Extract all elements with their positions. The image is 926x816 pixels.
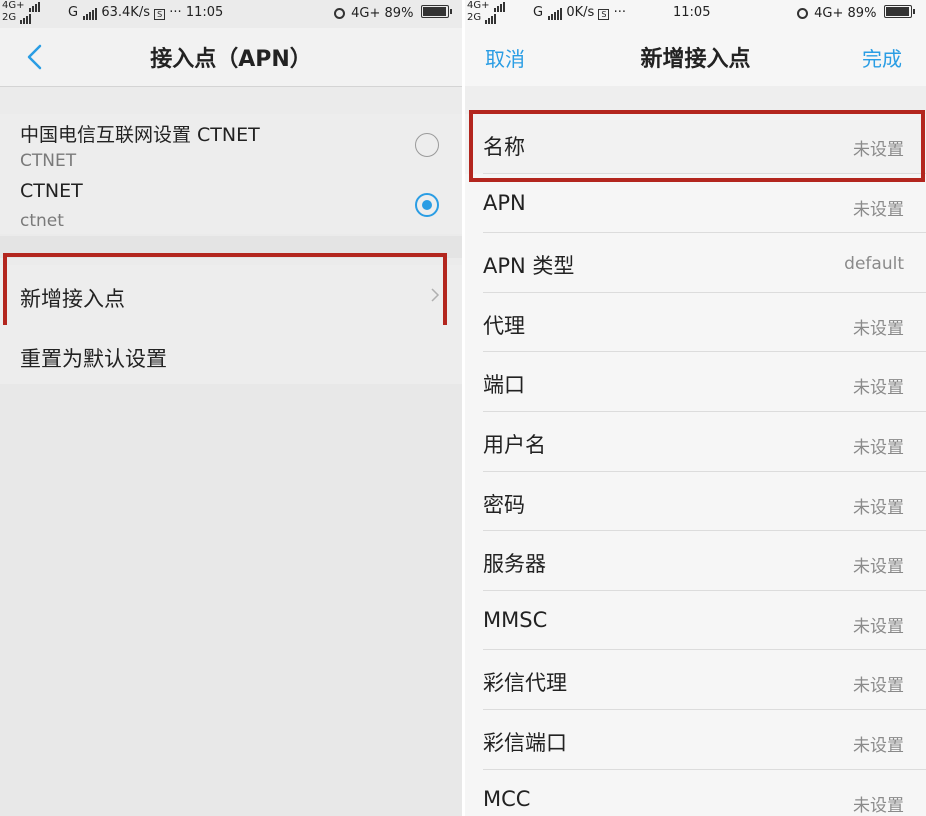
field-label: 彩信代理 [483, 671, 567, 696]
field-value: 未设置 [853, 616, 904, 637]
field-value: 未设置 [853, 497, 904, 518]
field-row-apn[interactable]: APN 未设置 [465, 174, 926, 234]
field-value: 未设置 [853, 199, 904, 220]
network-type: 4G+ [467, 0, 490, 11]
title-bar: 取消 新增接入点 完成 [465, 28, 926, 86]
signal-indicator-2: 2G [2, 12, 32, 24]
field-label: 服务器 [483, 552, 546, 577]
more-dots: ··· [613, 5, 626, 20]
field-value: 未设置 [853, 795, 904, 816]
network-type-2: 2G [2, 12, 17, 23]
apn-item-ctnet-internet[interactable]: 中国电信互联网设置 CTNET CTNET [0, 114, 462, 174]
status-time: 11:05 [185, 5, 224, 20]
field-label: 密码 [483, 492, 525, 517]
signal-bars-icon [28, 0, 40, 12]
signal-bars-icon [493, 0, 505, 12]
field-row-mmsc[interactable]: MMSC 未设置 [465, 591, 926, 651]
done-button[interactable]: 完成 [862, 43, 902, 72]
signal-bars-icon [19, 12, 32, 24]
battery-percent: 89% [384, 6, 414, 21]
field-label: APN 类型 [483, 254, 575, 279]
title-bar: 接入点（APN） [0, 28, 462, 87]
field-row-mms-proxy[interactable]: 彩信代理 未设置 [465, 650, 926, 710]
radio-button[interactable] [415, 133, 439, 157]
empty-area [0, 384, 462, 816]
s-box-icon: S [154, 9, 166, 20]
field-value: 未设置 [853, 378, 904, 399]
apn-sub: CTNET [20, 151, 77, 171]
s-box-icon: S [598, 9, 610, 20]
status-info: G 0K/s S ··· [533, 5, 626, 20]
battery-percent: 89% [847, 6, 877, 21]
status-right: 4G+ 89% [334, 5, 452, 21]
network-type-right: 4G+ [814, 6, 844, 21]
carrier-type: G [533, 5, 544, 20]
field-value: 未设置 [853, 557, 904, 578]
signal-indicator: 4G+ [2, 0, 40, 12]
field-label: MCC [483, 786, 531, 811]
reset-defaults-label: 重置为默认设置 [20, 347, 167, 371]
apn-item-ctnet[interactable]: CTNET ctnet [0, 174, 462, 234]
field-value: default [844, 254, 904, 275]
status-info: G 63.4K/s S ··· 11:05 [68, 5, 223, 20]
network-type-2: 2G [467, 12, 482, 23]
field-label: 代理 [483, 313, 525, 338]
new-apn-screen: 4G+ 2G G 0K/s S ··· 11:05 4G+ 89% 取消 新增接… [465, 0, 926, 816]
field-label: 彩信端口 [483, 730, 567, 755]
apn-list: 中国电信互联网设置 CTNET CTNET CTNET ctnet [0, 114, 462, 234]
highlight-box [3, 253, 447, 333]
field-row-server[interactable]: 服务器 未设置 [465, 531, 926, 591]
status-time-wrap: 11:05 [673, 5, 710, 20]
status-right: 4G+ 89% [797, 5, 915, 21]
more-dots: ··· [169, 5, 182, 20]
field-value: 未设置 [853, 437, 904, 458]
field-row-apn-type[interactable]: APN 类型 default [465, 233, 926, 293]
signal-indicator-2: 2G [467, 12, 497, 24]
apn-name: 中国电信互联网设置 CTNET [20, 124, 260, 146]
signal-indicator: 4G+ [467, 0, 505, 12]
field-label: 用户名 [483, 432, 546, 457]
battery-icon [883, 5, 915, 18]
field-row-username[interactable]: 用户名 未设置 [465, 412, 926, 472]
apn-field-list: 名称 未设置 APN 未设置 APN 类型 default 代理 未设置 端口 … [465, 114, 926, 816]
field-row-port[interactable]: 端口 未设置 [465, 352, 926, 412]
status-time: 11:05 [673, 5, 711, 20]
status-bar: 4G+ 2G G 0K/s S ··· 11:05 4G+ 89% [465, 0, 926, 28]
alarm-icon [797, 8, 808, 19]
field-row-mcc[interactable]: MCC 未设置 [465, 770, 926, 816]
signal-bars-icon [547, 5, 563, 20]
field-label: APN [483, 190, 526, 215]
signal-bars-icon [484, 12, 497, 24]
page-title: 接入点（APN） [150, 47, 312, 72]
highlight-box [469, 110, 925, 182]
signal-bars-icon [82, 5, 98, 20]
field-row-mms-port[interactable]: 彩信端口 未设置 [465, 710, 926, 770]
field-row-password[interactable]: 密码 未设置 [465, 472, 926, 532]
page-title: 新增接入点 [640, 47, 751, 72]
carrier-type: G [68, 5, 79, 20]
field-label: 端口 [483, 373, 525, 398]
network-type: 4G+ [2, 0, 25, 11]
field-label: MMSC [483, 607, 548, 632]
field-value: 未设置 [853, 318, 904, 339]
field-value: 未设置 [853, 735, 904, 756]
net-speed: 0K/s [566, 5, 595, 20]
status-bar: 4G+ 2G G 63.4K/s S ··· 11:05 4G+ 89% [0, 0, 462, 28]
apn-name: CTNET [20, 180, 83, 202]
network-type-right: 4G+ [351, 6, 381, 21]
field-value: 未设置 [853, 676, 904, 697]
battery-icon [420, 5, 452, 18]
field-row-proxy[interactable]: 代理 未设置 [465, 293, 926, 353]
radio-button-selected[interactable] [415, 193, 439, 217]
net-speed: 63.4K/s [101, 5, 150, 20]
reset-defaults-button[interactable]: 重置为默认设置 [0, 325, 462, 385]
alarm-icon [334, 8, 345, 19]
apn-list-screen: 4G+ 2G G 63.4K/s S ··· 11:05 4G+ 89% 接入点… [0, 0, 462, 816]
apn-sub: ctnet [20, 211, 64, 231]
